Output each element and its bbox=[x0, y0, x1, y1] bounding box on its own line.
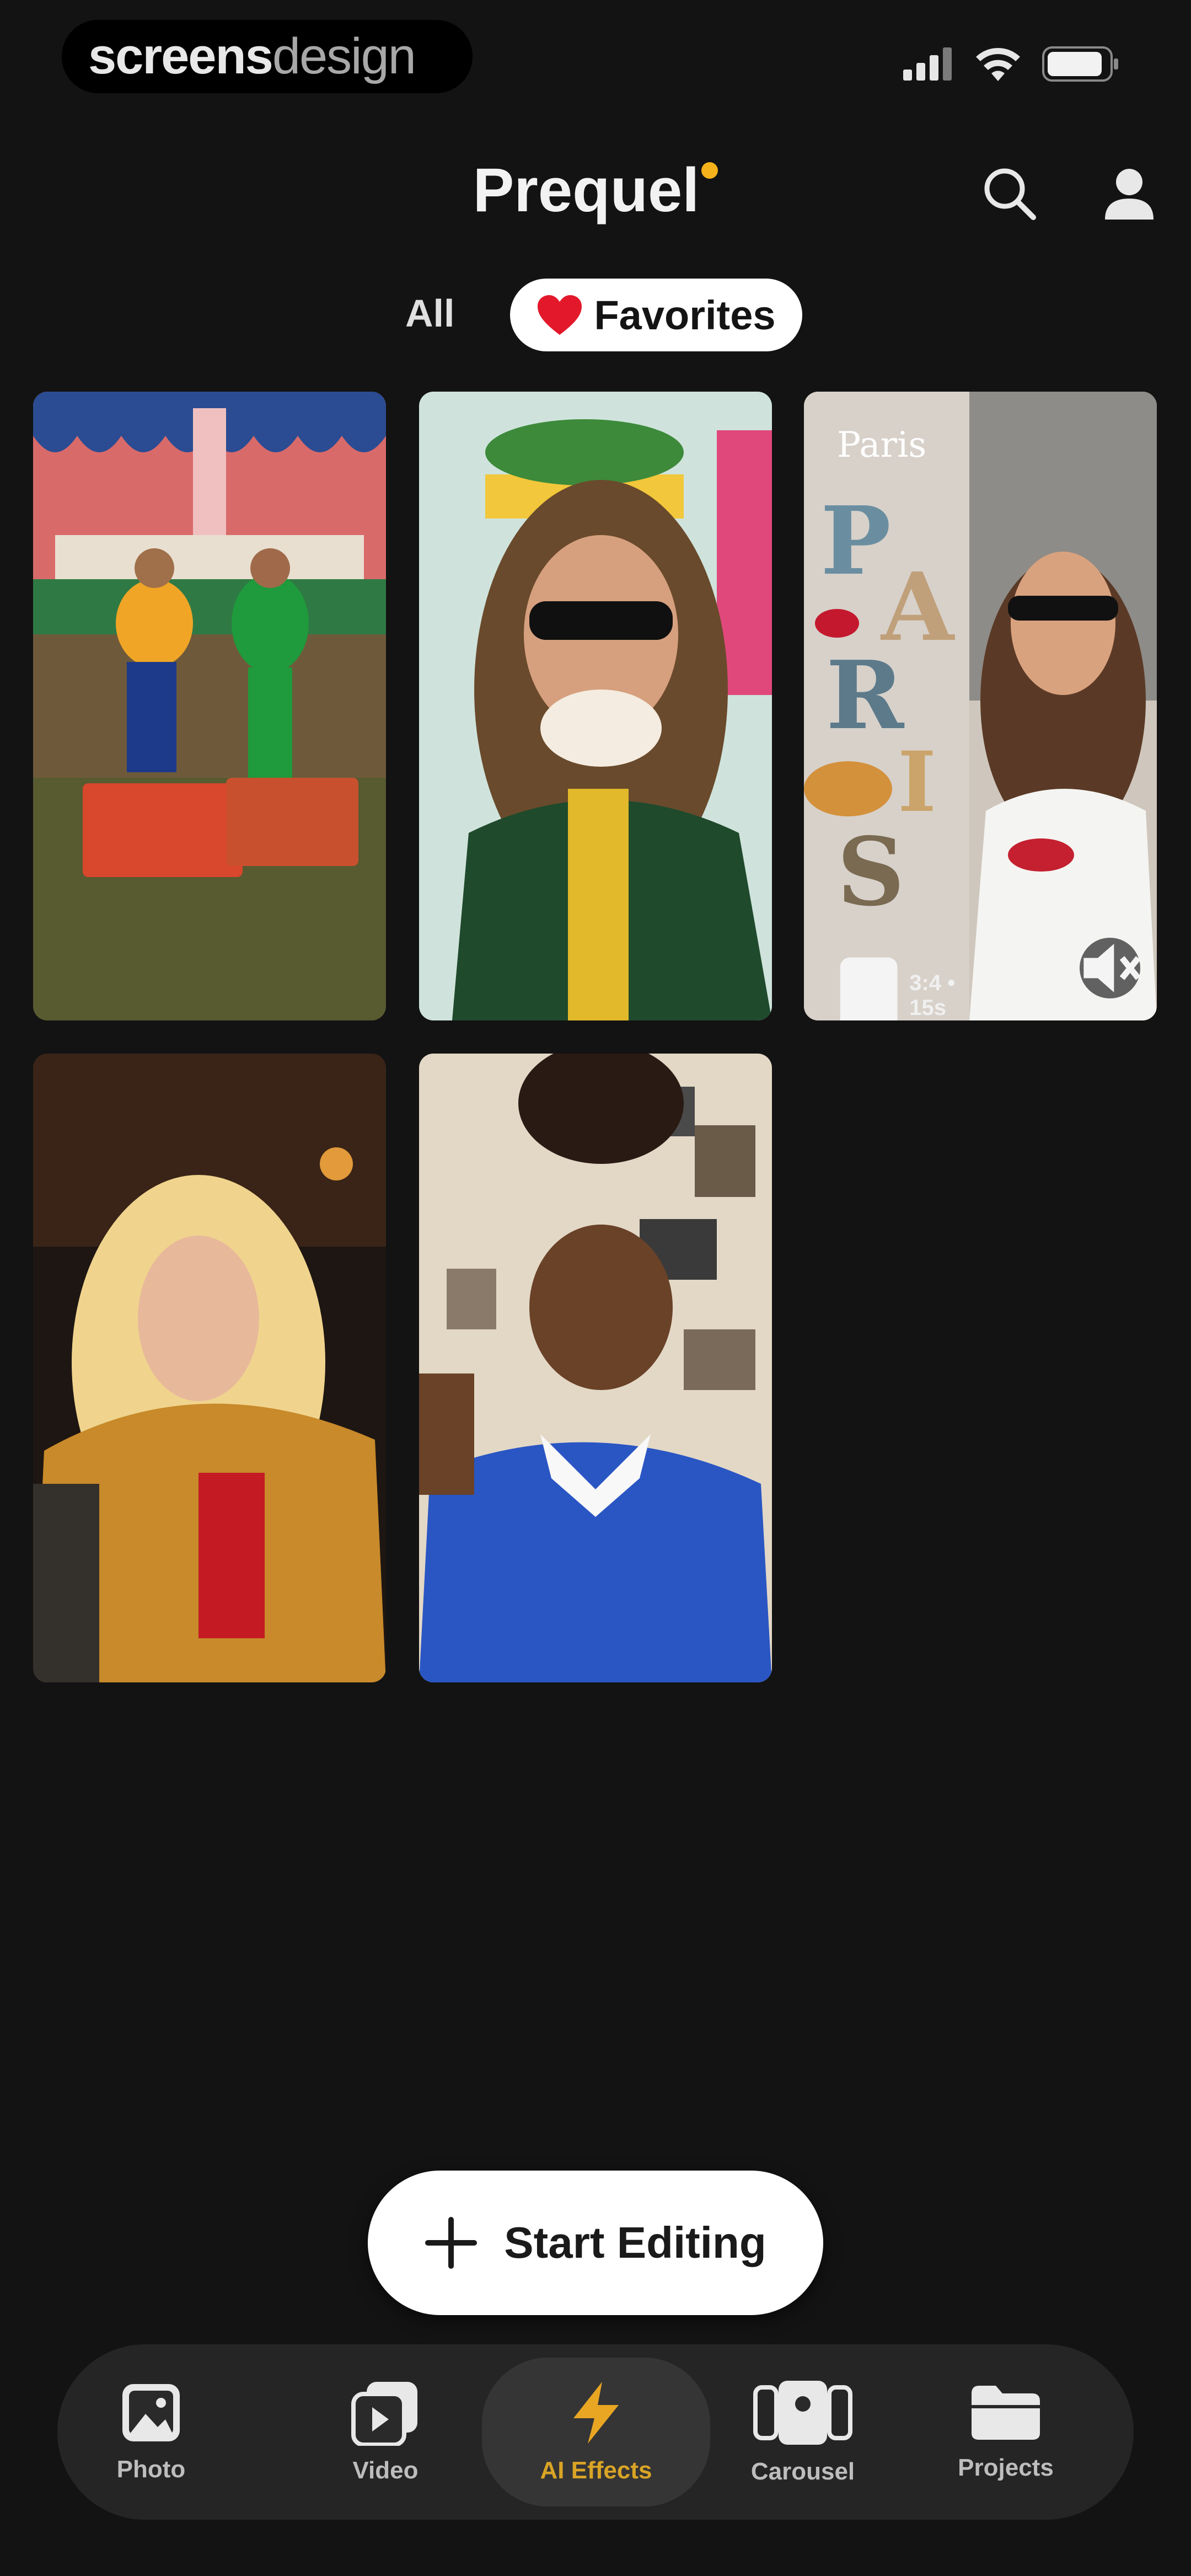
brand-light-text: design bbox=[272, 28, 416, 84]
app-title-text: Prequel bbox=[473, 156, 700, 225]
battery-icon bbox=[1042, 46, 1118, 82]
template-card[interactable] bbox=[419, 392, 772, 1020]
nav-item-carousel[interactable]: Carousel bbox=[737, 2344, 869, 2520]
template-thumbnail-image bbox=[33, 392, 386, 1020]
start-editing-button[interactable]: Start Editing bbox=[368, 2171, 823, 2315]
brand-watermark: screens design bbox=[62, 20, 473, 93]
brand-bold-text: screens bbox=[88, 28, 273, 84]
nav-item-photo[interactable]: Photo bbox=[85, 2344, 217, 2520]
nav-label-carousel: Carousel bbox=[750, 2458, 855, 2485]
app-screen: screens design Prequel All Favorites P A… bbox=[0, 0, 1191, 2576]
heart-icon bbox=[538, 295, 582, 335]
nav-label-video: Video bbox=[352, 2457, 419, 2484]
search-button[interactable] bbox=[976, 160, 1042, 226]
cellular-signal-icon bbox=[903, 47, 952, 81]
tab-favorites-label: Favorites bbox=[594, 292, 776, 338]
status-icons bbox=[903, 46, 1119, 82]
premium-dot-icon bbox=[701, 162, 718, 179]
nav-label-ai-effects: AI Effects bbox=[540, 2457, 652, 2484]
profile-icon bbox=[1105, 169, 1154, 220]
nav-label-photo: Photo bbox=[116, 2456, 186, 2483]
template-thumbnail-image bbox=[33, 1054, 386, 1682]
start-editing-label: Start Editing bbox=[504, 2218, 766, 2267]
nav-item-video[interactable]: Video bbox=[319, 2344, 452, 2520]
template-card-video[interactable]: P A R I S Paris 3:4 • 15s bbox=[804, 392, 1157, 1020]
svg-text:P: P bbox=[820, 486, 891, 596]
video-overlay-title: Paris bbox=[837, 425, 927, 466]
status-bar: screens design bbox=[0, 0, 1191, 116]
folder-icon bbox=[972, 2386, 1040, 2440]
bottom-navigation: Photo Video AI Effects Carousel Projects bbox=[57, 2344, 1134, 2520]
nav-label-projects: Projects bbox=[958, 2454, 1054, 2481]
template-thumbnail-image: P A R I S bbox=[804, 392, 1157, 1020]
wifi-icon bbox=[976, 48, 1020, 81]
filter-tabs: All Favorites bbox=[0, 276, 1191, 353]
template-thumbnail-image bbox=[419, 1054, 772, 1682]
sound-toggle-button[interactable] bbox=[1080, 938, 1140, 998]
plus-icon bbox=[425, 2217, 478, 2269]
carousel-icon bbox=[753, 2381, 852, 2445]
tab-all[interactable]: All bbox=[405, 291, 454, 335]
nav-item-projects[interactable]: Projects bbox=[940, 2344, 1072, 2520]
photo-icon bbox=[122, 2384, 180, 2441]
nav-item-ai-effects[interactable]: AI Effects bbox=[482, 2358, 710, 2506]
header: Prequel bbox=[0, 149, 1191, 237]
svg-text:S: S bbox=[837, 817, 905, 927]
tab-favorites[interactable]: Favorites bbox=[510, 279, 802, 351]
video-icon bbox=[351, 2382, 417, 2446]
lightning-icon bbox=[573, 2382, 619, 2444]
profile-button[interactable] bbox=[1096, 160, 1162, 226]
template-card[interactable] bbox=[419, 1054, 772, 1682]
video-duration-badge: 3:4 • 15s bbox=[837, 954, 957, 1020]
search-icon bbox=[984, 168, 1036, 220]
template-card[interactable] bbox=[33, 392, 386, 1020]
video-meta-text: 3:4 • 15s bbox=[909, 970, 956, 1020]
svg-text:R: R bbox=[826, 640, 905, 751]
mute-icon bbox=[1083, 944, 1140, 992]
template-card[interactable] bbox=[33, 1054, 386, 1682]
svg-text:I: I bbox=[898, 734, 936, 831]
template-thumbnail-image bbox=[419, 392, 772, 1020]
aspect-ratio-icon bbox=[840, 957, 898, 1020]
